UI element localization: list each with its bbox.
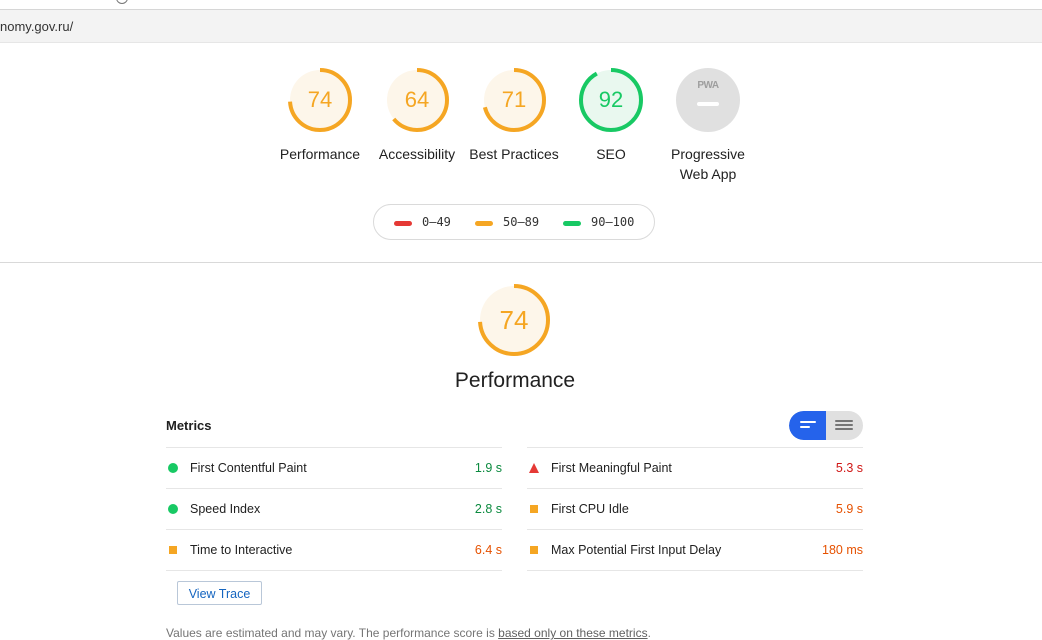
browser-top-strip <box>0 0 1042 10</box>
pass-circle-icon <box>168 463 178 473</box>
fail-triangle-icon <box>529 463 539 473</box>
info-icon[interactable] <box>116 0 128 4</box>
legend-range: 90–100 <box>591 215 635 229</box>
expanded-list-icon <box>835 420 853 433</box>
gauge-label: Best Practices <box>469 146 559 162</box>
metric-value: 5.3 s <box>835 461 863 475</box>
legend-swatch <box>394 221 412 226</box>
average-square-icon <box>530 505 538 513</box>
gauge-score: 64 <box>404 87 430 112</box>
metric-name: First CPU Idle <box>551 502 629 516</box>
performance-gauge: 74 <box>476 282 552 358</box>
pwa-dash-icon <box>697 102 719 106</box>
metrics-right-column: First Meaningful Paint 5.3 s First CPU Idl… <box>527 447 863 571</box>
compact-view-button[interactable] <box>789 411 826 440</box>
gauge-ring: 92 <box>577 66 645 134</box>
gauge-score: 92 <box>598 87 624 112</box>
metrics-info-link[interactable]: based only on these metrics <box>498 626 647 640</box>
compact-list-icon <box>800 421 816 431</box>
gauge-ring: 71 <box>480 66 548 134</box>
legend-range: 50–89 <box>503 215 540 229</box>
url-text: nomy.gov.ru/ <box>0 19 74 34</box>
metric-value: 1.9 s <box>474 461 502 475</box>
section-divider <box>0 262 1042 263</box>
metric-row: Max Potential First Input Delay 180 ms <box>527 529 863 571</box>
metric-row: First Contentful Paint 1.9 s <box>166 447 502 488</box>
legend-swatch <box>563 221 581 226</box>
gauge-progressive-web-app[interactable]: PWA Progressive Web App <box>663 66 753 184</box>
metric-name: Max Potential First Input Delay <box>551 543 722 557</box>
metric-value: 2.8 s <box>474 502 502 516</box>
expanded-view-button[interactable] <box>826 411 863 440</box>
average-square-icon <box>530 546 538 554</box>
legend-range: 0–49 <box>422 215 451 229</box>
metric-row: First CPU Idle 5.9 s <box>527 488 863 529</box>
metric-name: First Contentful Paint <box>190 461 307 475</box>
address-bar[interactable]: nomy.gov.ru/ <box>0 10 1042 43</box>
gauge-seo[interactable]: 92 SEO <box>566 66 656 164</box>
note-text: Values are estimated and may vary. The p… <box>166 626 499 640</box>
metric-name: First Meaningful Paint <box>551 461 672 475</box>
metrics-heading: Metrics <box>166 418 212 433</box>
pwa-badge-icon: PWA <box>697 80 719 91</box>
performance-title: Performance <box>454 369 576 392</box>
gauge-ring: 64 <box>383 66 451 134</box>
gauge-score: 74 <box>307 87 333 112</box>
metric-name: Time to Interactive <box>190 543 293 557</box>
metrics-view-toggle[interactable] <box>789 411 863 440</box>
view-trace-button[interactable]: View Trace <box>177 581 262 605</box>
gauge-best-practices[interactable]: 71 Best Practices <box>469 66 559 164</box>
gauge-score: 71 <box>501 87 527 112</box>
performance-score: 74 <box>499 305 529 335</box>
metric-row: First Meaningful Paint 5.3 s <box>527 447 863 488</box>
gauge-label: Accessibility <box>378 146 456 162</box>
gauge-ring: 74 <box>286 66 354 134</box>
gauge-label: Performance <box>279 146 361 162</box>
metric-value: 5.9 s <box>835 502 863 516</box>
metric-value: 6.4 s <box>474 543 502 557</box>
gauge-performance[interactable]: 74 Performance <box>275 66 365 164</box>
metric-row: Time to Interactive 6.4 s <box>166 529 502 571</box>
metrics-left-column: First Contentful Paint 1.9 s Speed Index 2.… <box>166 447 502 571</box>
metric-row: Speed Index 2.8 s <box>166 488 502 529</box>
metric-value: 180 ms <box>822 543 863 557</box>
pass-circle-icon <box>168 504 178 514</box>
note-period: . <box>647 626 651 640</box>
gauge-label: SEO <box>596 146 626 162</box>
gauge-ring: PWA <box>674 66 742 134</box>
average-square-icon <box>169 546 177 554</box>
metric-name: Speed Index <box>190 502 261 516</box>
gauge-label: Progressive Web App <box>671 146 745 182</box>
performance-note: Values are estimated and may vary. The p… <box>166 626 651 640</box>
gauge-accessibility[interactable]: 64 Accessibility <box>372 66 462 164</box>
score-legend: 0–49 50–89 90–100 <box>373 204 655 240</box>
legend-swatch <box>475 221 493 226</box>
